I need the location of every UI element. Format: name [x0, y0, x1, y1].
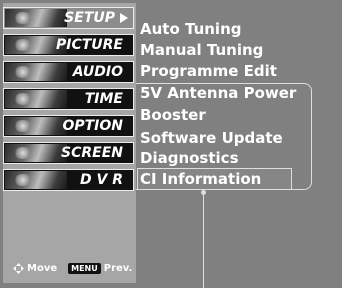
- prev-hint-label: Prev.: [103, 263, 133, 274]
- menu-key-icon: MENU: [68, 263, 101, 274]
- connector-line: [203, 189, 204, 288]
- menu-item-time[interactable]: TIME: [3, 88, 134, 110]
- menu-item-label: D V R: [80, 172, 123, 188]
- main-menu-panel: SETUP PICTURE AUDIO TIME OPTION SCREEN D…: [3, 3, 136, 283]
- option-thumbnail-icon: [5, 117, 67, 135]
- menu-item-label: TIME: [84, 91, 123, 107]
- menu-item-setup[interactable]: SETUP: [3, 7, 134, 29]
- submenu-item-programme-edit[interactable]: Programme Edit: [140, 62, 277, 80]
- menu-item-option[interactable]: OPTION: [3, 115, 134, 137]
- time-thumbnail-icon: [5, 90, 67, 108]
- menu-item-label: SETUP: [64, 10, 115, 26]
- menu-item-label: SCREEN: [61, 145, 123, 161]
- submenu-item-auto-tuning[interactable]: Auto Tuning: [140, 20, 241, 38]
- menu-item-audio[interactable]: AUDIO: [3, 61, 134, 83]
- selection-highlight: [137, 168, 292, 190]
- connector-dot: [201, 190, 206, 195]
- audio-thumbnail-icon: [5, 63, 67, 81]
- menu-item-label: OPTION: [62, 118, 123, 134]
- arrow-right-icon: [120, 13, 128, 23]
- menu-item-label: AUDIO: [72, 64, 123, 80]
- screen-thumbnail-icon: [5, 144, 67, 162]
- tv-osd-screen: SETUP PICTURE AUDIO TIME OPTION SCREEN D…: [0, 0, 342, 288]
- dvr-thumbnail-icon: [5, 171, 67, 189]
- menu-item-screen[interactable]: SCREEN: [3, 142, 134, 164]
- submenu-item-manual-tuning[interactable]: Manual Tuning: [140, 41, 263, 59]
- move-arrows-icon: [13, 263, 24, 274]
- menu-item-label: PICTURE: [55, 37, 123, 53]
- menu-item-dvr[interactable]: D V R: [3, 169, 134, 191]
- setup-thumbnail-icon: [5, 9, 67, 27]
- move-hint-label: Move: [27, 263, 58, 274]
- menu-item-picture[interactable]: PICTURE: [3, 34, 134, 56]
- navigation-hint: Move MENU Prev.: [13, 263, 132, 274]
